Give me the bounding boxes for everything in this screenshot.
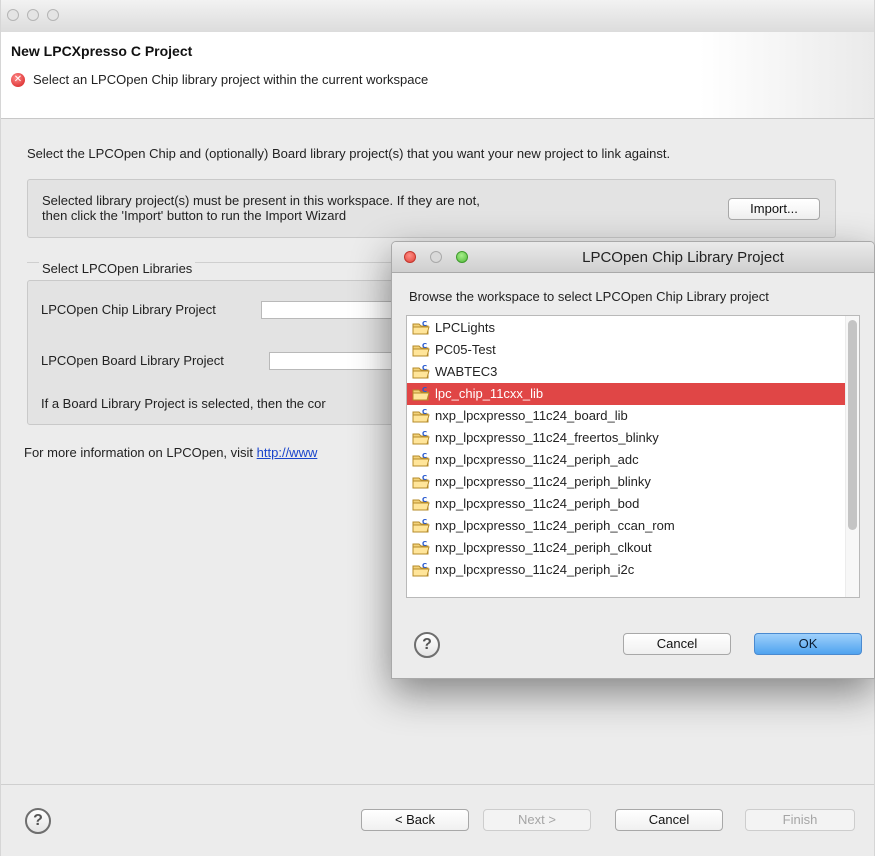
list-item[interactable]: Cnxp_lpcxpresso_11c24_freertos_blinky	[407, 427, 847, 449]
list-item[interactable]: Cnxp_lpcxpresso_11c24_periph_clkout	[407, 537, 847, 559]
chip-library-dialog: LPCOpen Chip Library Project Browse the …	[391, 241, 875, 679]
error-icon: ✕	[11, 73, 25, 87]
folder-project-icon: C	[412, 342, 432, 358]
close-window-button[interactable]	[7, 9, 19, 21]
svg-text:C: C	[422, 386, 427, 394]
folder-project-icon: C	[412, 386, 432, 402]
list-item-label: PC05-Test	[435, 342, 496, 357]
folder-project-icon: C	[412, 496, 432, 512]
dialog-ok-button[interactable]: OK	[754, 633, 862, 655]
list-item[interactable]: C WABTEC3	[407, 361, 847, 383]
folder-project-icon: C	[412, 562, 432, 578]
board-library-input[interactable]	[269, 352, 401, 370]
dialog-help-icon[interactable]: ?	[414, 632, 440, 658]
svg-text:C: C	[422, 540, 427, 548]
svg-text:C: C	[422, 430, 427, 438]
folder-project-icon: C	[412, 320, 432, 336]
list-item[interactable]: Cnxp_lpcxpresso_11c24_periph_ccan_rom	[407, 515, 847, 537]
zoom-window-button[interactable]	[47, 9, 59, 21]
wizard-titlebar[interactable]	[1, 0, 874, 33]
list-item-label: nxp_lpcxpresso_11c24_periph_ccan_rom	[435, 518, 675, 533]
svg-text:C: C	[422, 518, 427, 526]
lpcopen-link[interactable]: http://www	[257, 445, 318, 460]
list-item[interactable]: C PC05-Test	[407, 339, 847, 361]
svg-text:C: C	[422, 408, 427, 416]
scrollbar-thumb[interactable]	[848, 320, 857, 530]
footer-divider	[1, 784, 874, 785]
list-item-label: nxp_lpcxpresso_11c24_board_lib	[435, 408, 628, 423]
svg-text:C: C	[422, 364, 427, 372]
back-button[interactable]: < Back	[361, 809, 469, 831]
wizard-header: New LPCXpresso C Project ✕ Select an LPC…	[1, 32, 874, 119]
more-info-text: For more information on LPCOpen, visit	[24, 445, 257, 460]
list-item-label: WABTEC3	[435, 364, 498, 379]
import-group: Selected library project(s) must be pres…	[27, 179, 836, 238]
dialog-titlebar[interactable]: LPCOpen Chip Library Project	[392, 242, 874, 273]
intro-text: Select the LPCOpen Chip and (optionally)…	[27, 146, 671, 161]
folder-project-icon: C	[412, 408, 432, 424]
folder-project-icon: C	[412, 364, 432, 380]
chip-library-label: LPCOpen Chip Library Project	[41, 302, 216, 317]
minimize-window-button[interactable]	[27, 9, 39, 21]
project-list[interactable]: Cnxp_lpcxpresso_11c24_periph_i2c Cnxp_lpc…	[406, 315, 860, 598]
dialog-cancel-button[interactable]: Cancel	[623, 633, 731, 655]
list-item-label: lpc_chip_11cxx_lib	[435, 386, 544, 401]
svg-text:C: C	[422, 496, 427, 504]
svg-text:C: C	[422, 452, 427, 460]
dialog-prompt: Browse the workspace to select LPCOpen C…	[409, 289, 769, 304]
list-item[interactable]: C LPCLights	[407, 317, 847, 339]
help-icon[interactable]: ?	[25, 808, 51, 834]
list-item-label: nxp_lpcxpresso_11c24_periph_clkout	[435, 540, 652, 555]
import-button[interactable]: Import...	[728, 198, 820, 220]
cancel-button[interactable]: Cancel	[615, 809, 723, 831]
folder-project-icon: C	[412, 430, 432, 446]
svg-text:C: C	[422, 320, 427, 328]
folder-project-icon: C	[412, 474, 432, 490]
list-item-label: nxp_lpcxpresso_11c24_periph_adc	[435, 452, 639, 467]
finish-button[interactable]: Finish	[745, 809, 855, 831]
list-item-label: nxp_lpcxpresso_11c24_freertos_blinky	[435, 430, 659, 445]
folder-project-icon: C	[412, 518, 432, 534]
list-item[interactable]: Cnxp_lpcxpresso_11c24_periph_i2c	[407, 559, 847, 581]
list-item-label: nxp_lpcxpresso_11c24_periph_blinky	[435, 474, 651, 489]
board-library-label: LPCOpen Board Library Project	[41, 353, 224, 368]
board-library-note: If a Board Library Project is selected, …	[41, 396, 326, 411]
list-item-label: nxp_lpcxpresso_11c24_periph_i2c	[435, 562, 635, 577]
error-message: Select an LPCOpen Chip library project w…	[33, 72, 429, 87]
list-item[interactable]: Clpc_chip_11cxx_lib	[407, 383, 847, 405]
list-item[interactable]: Cnxp_lpcxpresso_11c24_board_lib	[407, 405, 847, 427]
list-item[interactable]: Cnxp_lpcxpresso_11c24_periph_bod	[407, 493, 847, 515]
more-info: For more information on LPCOpen, visit h…	[24, 445, 317, 460]
next-button[interactable]: Next >	[483, 809, 591, 831]
folder-project-icon: C	[412, 452, 432, 468]
import-text-line: then click the 'Import' button to run th…	[42, 208, 347, 223]
list-item[interactable]: Cnxp_lpcxpresso_11c24_periph_blinky	[407, 471, 847, 493]
list-item[interactable]: Cnxp_lpcxpresso_11c24_periph_adc	[407, 449, 847, 471]
list-item-label: LPCLights	[435, 320, 495, 335]
svg-text:C: C	[422, 562, 427, 570]
page-title: New LPCXpresso C Project	[11, 43, 193, 59]
list-item-label: nxp_lpcxpresso_11c24_periph_bod	[435, 496, 640, 511]
import-text-line: Selected library project(s) must be pres…	[42, 193, 480, 208]
scrollbar-track[interactable]	[845, 316, 859, 597]
svg-text:C: C	[422, 342, 427, 350]
folder-project-icon: C	[412, 540, 432, 556]
svg-text:C: C	[422, 474, 427, 482]
libs-legend: Select LPCOpen Libraries	[39, 261, 196, 276]
dialog-title: LPCOpen Chip Library Project	[582, 249, 784, 266]
import-text: Selected library project(s) must be pres…	[42, 193, 480, 223]
chip-library-input[interactable]	[261, 301, 401, 319]
